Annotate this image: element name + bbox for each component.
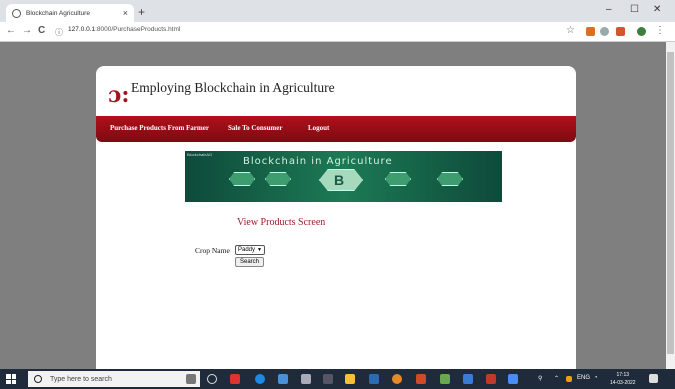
- taskbar-clock[interactable]: 17:13 14-03-2022: [610, 371, 636, 387]
- app-icon[interactable]: [323, 374, 333, 384]
- browser-tab[interactable]: Blockchain Agriculture ×: [6, 4, 134, 22]
- search-button[interactable]: Search: [235, 257, 265, 267]
- mic-icon[interactable]: [186, 374, 196, 384]
- profile-icon[interactable]: [637, 27, 646, 36]
- crop-select-value: Paddy: [238, 247, 256, 253]
- extension-icon[interactable]: [616, 27, 625, 36]
- app-icon[interactable]: [508, 374, 518, 384]
- browser-toolbar: ← → C ⓘ 127.0.0.1:8000/PurchaseProducts.…: [0, 22, 675, 42]
- reload-icon[interactable]: C: [38, 25, 45, 36]
- app-icon[interactable]: [463, 374, 473, 384]
- banner-image: BlockchainAG Blockchain in Agriculture B: [185, 151, 502, 202]
- tray-lang[interactable]: ENG: [577, 375, 590, 381]
- extension-icon[interactable]: [586, 27, 595, 36]
- hex-icon: [265, 172, 291, 186]
- notification-icon[interactable]: [649, 374, 658, 383]
- maximize-icon[interactable]: ☐: [630, 4, 639, 15]
- url-host: 127.0.0.1: [68, 26, 96, 33]
- hex-icon: [229, 172, 255, 186]
- clock-date: 14-03-2022: [610, 380, 636, 386]
- page-scrollbar[interactable]: [666, 42, 675, 369]
- minimize-icon[interactable]: –: [606, 4, 612, 15]
- app-icon[interactable]: [486, 374, 496, 384]
- info-icon[interactable]: ⓘ: [55, 27, 63, 38]
- nav-logout[interactable]: Logout: [308, 124, 329, 132]
- address-bar[interactable]: 127.0.0.1:8000/PurchaseProducts.html: [68, 26, 180, 33]
- forward-icon[interactable]: →: [22, 25, 32, 36]
- tray-app-icon[interactable]: [566, 376, 572, 382]
- chevron-down-icon: ▼: [257, 247, 262, 253]
- taskbar: Type here to search ⚲ ⌃ ENG ◔ 17:13 14-0…: [0, 369, 675, 389]
- app-icon[interactable]: [440, 374, 450, 384]
- edge-icon[interactable]: [255, 374, 265, 384]
- blockchain-hex-icon: B: [319, 169, 363, 191]
- banner-title: Blockchain in Agriculture: [243, 156, 393, 167]
- people-icon[interactable]: ⚲: [538, 375, 542, 382]
- browser-tab-strip: Blockchain Agriculture × + – ☐ ✕: [0, 0, 675, 22]
- clock-time: 17:13: [616, 372, 630, 378]
- app-icon[interactable]: [278, 374, 288, 384]
- nav-sale-to-consumer[interactable]: Sale To Consumer: [228, 124, 282, 132]
- hex-icon: [385, 172, 411, 186]
- task-view-icon[interactable]: [207, 374, 217, 384]
- app-icon[interactable]: [301, 374, 311, 384]
- windows-start-icon[interactable]: [6, 374, 16, 384]
- taskbar-search-placeholder: Type here to search: [50, 375, 112, 383]
- url-path: :8000/PurchaseProducts.html: [95, 26, 181, 33]
- nav-purchase-products[interactable]: Purchase Products From Farmer: [110, 124, 209, 132]
- page-viewport: ɔ: Employing Blockchain in Agriculture P…: [0, 42, 666, 369]
- app-icon[interactable]: [392, 374, 402, 384]
- app-icon[interactable]: [369, 374, 379, 384]
- main-nav: Purchase Products From Farmer Sale To Co…: [96, 116, 576, 142]
- site-title: Employing Blockchain in Agriculture: [131, 80, 335, 95]
- scrollbar-thumb[interactable]: [667, 52, 674, 354]
- screen-title: View Products Screen: [237, 217, 326, 228]
- new-tab-icon[interactable]: +: [138, 5, 145, 19]
- extension-icon[interactable]: [600, 27, 609, 36]
- site-logo-icon: ɔ:: [108, 82, 130, 108]
- search-icon: [34, 375, 42, 383]
- banner-tag: BlockchainAG: [187, 152, 213, 157]
- tab-close-icon[interactable]: ×: [123, 8, 128, 18]
- wifi-icon[interactable]: ◔: [594, 375, 598, 381]
- page-container: ɔ: Employing Blockchain in Agriculture P…: [96, 66, 576, 369]
- banner-center-mark: B: [334, 172, 345, 188]
- menu-dots-icon[interactable]: ⋮: [655, 25, 665, 36]
- crop-name-select[interactable]: Paddy ▼: [235, 245, 265, 255]
- hex-icon: [437, 172, 463, 186]
- tab-title: Blockchain Agriculture: [26, 9, 90, 17]
- globe-icon: [12, 8, 21, 18]
- crop-name-label: Crop Name: [195, 246, 230, 255]
- app-icon[interactable]: [230, 374, 240, 384]
- back-icon[interactable]: ←: [6, 25, 16, 36]
- chevron-up-icon[interactable]: ⌃: [554, 375, 559, 382]
- file-explorer-icon[interactable]: [345, 374, 355, 384]
- close-icon[interactable]: ✕: [653, 4, 661, 15]
- taskbar-search[interactable]: Type here to search: [28, 371, 200, 387]
- app-icon[interactable]: [416, 374, 426, 384]
- bookmark-star-icon[interactable]: ☆: [566, 25, 575, 36]
